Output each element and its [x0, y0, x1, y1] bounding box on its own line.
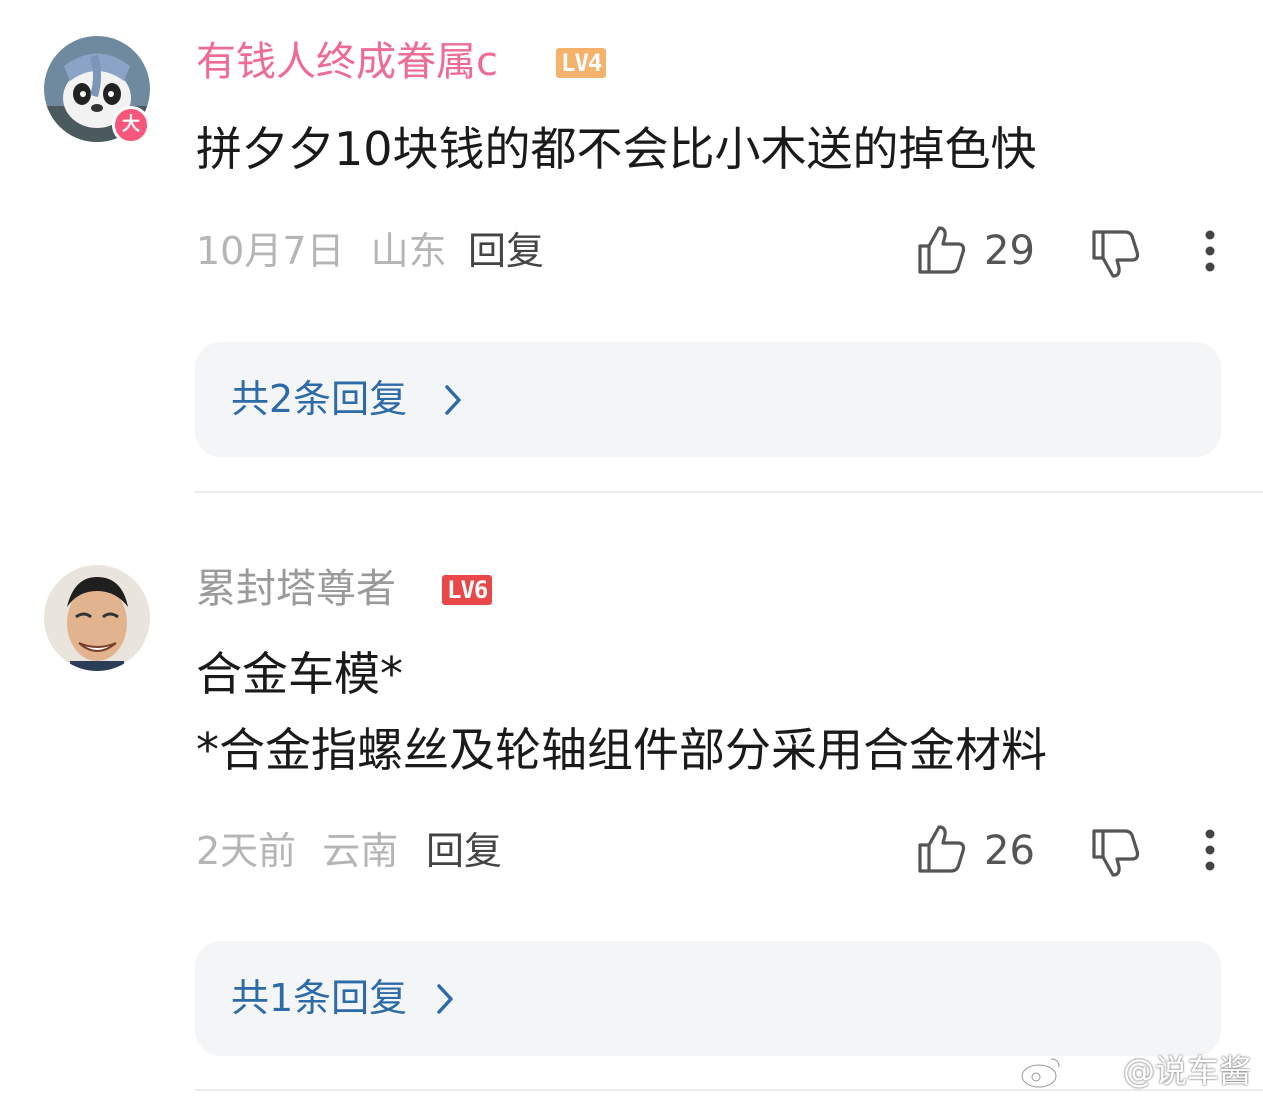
- comment-text: 拼夕夕10块钱的都不会比小木送的掉色快: [196, 122, 1037, 176]
- chevron-right-icon: [437, 984, 453, 1014]
- username[interactable]: 有钱人终成眷属c: [196, 38, 498, 86]
- more-vertical-icon[interactable]: [1202, 228, 1218, 274]
- weibo-logo-icon: [1020, 1057, 1061, 1089]
- comment-text: *合金指螺丝及轮轴组件部分采用合金材料: [196, 723, 1047, 777]
- comment-text: 合金车模*: [196, 647, 403, 701]
- like-count: 29: [984, 228, 1035, 274]
- comment-divider: [195, 1089, 1263, 1091]
- view-replies-button[interactable]: 共2条回复: [195, 342, 1221, 457]
- comment-item: 累封塔尊者 LV6 合金车模* *合金指螺丝及轮轴组件部分采用合金材料 2天前 …: [0, 495, 1263, 1095]
- avatar-badge: 大: [112, 106, 150, 144]
- thumbs-down-icon[interactable]: [1090, 827, 1142, 879]
- thumbs-down-icon[interactable]: [1090, 228, 1142, 280]
- comment-item: 大 有钱人终成眷属c LV4 拼夕夕10块钱的都不会比小木送的掉色快 10月7日…: [0, 0, 1263, 495]
- comment-divider: [195, 491, 1263, 493]
- reply-button[interactable]: 回复: [426, 828, 502, 874]
- comment-meta: 2天前 云南: [196, 828, 398, 874]
- comment-meta: 10月7日 山东: [196, 228, 447, 274]
- comment-date: 10月7日: [196, 229, 345, 273]
- user-avatar[interactable]: [44, 565, 150, 671]
- thumbs-up-icon[interactable]: [916, 224, 968, 276]
- level-badge: LV6: [442, 575, 493, 605]
- comment-location: 山东: [370, 229, 447, 273]
- smiling-man-avatar-icon: [44, 565, 150, 671]
- like-count: 26: [984, 828, 1035, 874]
- chevron-right-icon: [445, 385, 461, 415]
- reply-button[interactable]: 回复: [468, 228, 544, 274]
- replies-count-label: 共2条回复: [231, 377, 408, 421]
- comment-location: 云南: [322, 829, 399, 873]
- view-replies-button[interactable]: 共1条回复: [195, 941, 1221, 1056]
- replies-count-label: 共1条回复: [231, 976, 408, 1020]
- comment-date: 2天前: [196, 829, 297, 873]
- more-vertical-icon[interactable]: [1202, 827, 1218, 873]
- thumbs-up-icon[interactable]: [916, 823, 968, 875]
- username[interactable]: 累封塔尊者: [196, 565, 396, 613]
- level-badge: LV4: [556, 48, 607, 78]
- watermark: @说车酱: [1122, 1052, 1251, 1090]
